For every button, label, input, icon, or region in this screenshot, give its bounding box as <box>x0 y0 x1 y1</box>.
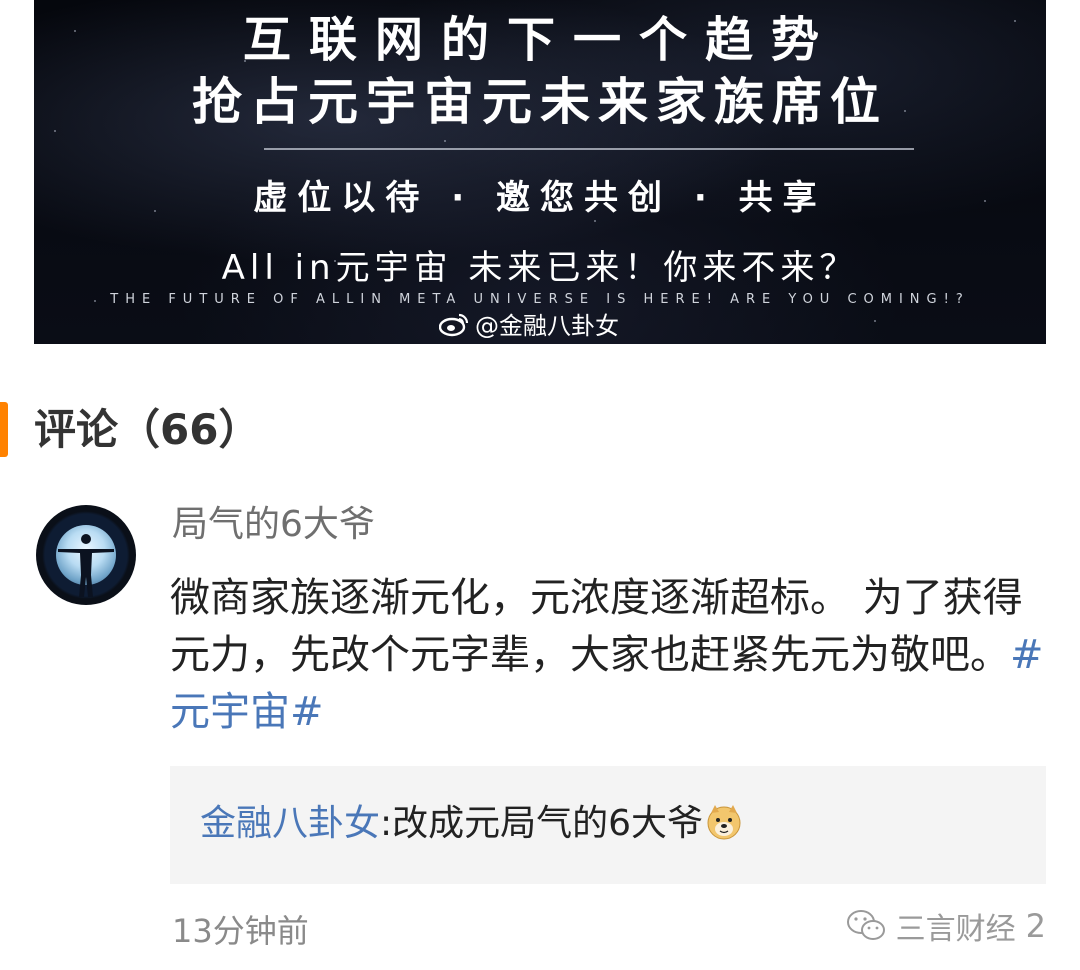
watermark-text: @金融八卦女 <box>475 312 619 340</box>
banner-title-line1: 互联网的下一个趋势 <box>242 12 837 68</box>
wechat-icon <box>846 910 885 940</box>
comments-header: 评论（66） <box>34 405 261 454</box>
comment-content: 微商家族逐渐元化，元浓度逐渐超标。 为了获得元力，先改个元字辈，大家也赶紧先元为… <box>170 570 1050 741</box>
comment-text: 微商家族逐渐元化，元浓度逐渐超标。 为了获得元力，先改个元字辈，大家也赶紧先元为… <box>170 575 1023 678</box>
reply-count[interactable]: 2 <box>1026 907 1046 945</box>
doge-emoji-icon <box>707 805 741 840</box>
reply-author-link[interactable]: 金融八卦女 <box>200 803 380 844</box>
avatar[interactable] <box>36 505 136 605</box>
comment-username[interactable]: 局气的6大爷 <box>172 500 375 550</box>
person-silhouette-icon <box>58 534 114 597</box>
banner-image: 互联网的下一个趋势 抢占元宇宙元未来家族席位 虚位以待 · 邀您共创 · 共享 … <box>34 0 1046 344</box>
source-watermark: 三言财经 2 <box>846 904 1046 948</box>
source-label: 三言财经 <box>895 912 1016 947</box>
section-accent-bar <box>0 402 8 457</box>
weibo-watermark: @金融八卦女 <box>439 306 619 341</box>
reply-line: 金融八卦女:改成元局气的6大爷 <box>200 796 743 852</box>
banner-english-text: THE FUTURE OF ALLIN META UNIVERSE IS HER… <box>110 292 970 307</box>
reply-text: :改成元局气的6大爷 <box>380 803 704 844</box>
reply-box[interactable]: 金融八卦女:改成元局气的6大爷 <box>170 766 1046 884</box>
banner-divider <box>264 148 914 150</box>
comment-timestamp: 13分钟前 <box>172 912 309 950</box>
banner-title-line2: 抢占元宇宙元未来家族席位 <box>192 73 888 131</box>
weibo-icon <box>439 313 469 336</box>
banner-subtitle: 虚位以待 · 邀您共创 · 共享 <box>253 178 827 218</box>
banner-tagline: All in元宇宙 未来已来！你来不来？ <box>221 248 859 288</box>
